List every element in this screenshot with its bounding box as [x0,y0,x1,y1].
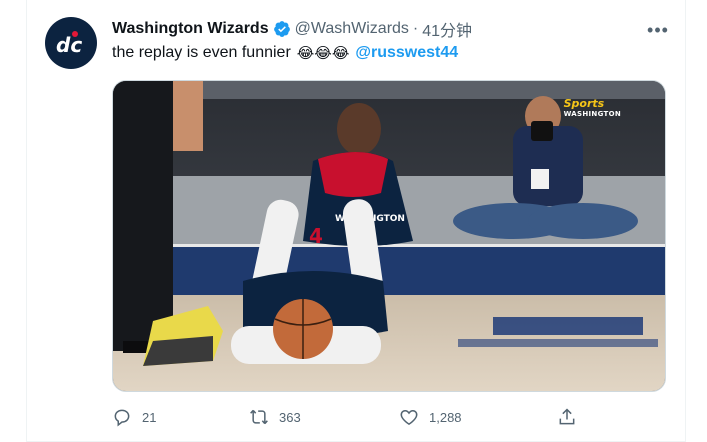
broadcaster-line1: Sports [563,97,605,110]
share-upload-icon [559,408,575,425]
svg-text:dc: dc [56,33,82,57]
reply-button[interactable]: 21 [112,407,156,427]
retweet-count: 363 [279,409,301,425]
share-button[interactable] [557,407,577,427]
like-button[interactable]: 1,288 [399,407,462,427]
tweet-text: the replay is even funnier 😂😂😂 @russwest… [112,44,458,62]
author-name[interactable]: Washington Wizards [112,20,269,38]
laughing-emoji: 😂😂😂 [296,45,350,62]
tweet-timestamp[interactable]: 41分钟 [422,17,472,41]
avatar[interactable]: dc [45,17,97,69]
jersey-number: 4 [309,224,323,248]
tweet-media-video[interactable]: WASHINGTON 4 Sports WASHINGTON [112,80,666,392]
retweet-icon [250,409,268,425]
video-frame: WASHINGTON 4 [113,81,665,391]
more-options-button[interactable]: ••• [643,20,673,40]
like-count: 1,288 [429,409,462,425]
reply-count: 21 [142,409,157,425]
verified-badge-icon [273,21,290,37]
author-handle[interactable]: @WashWizards [295,20,409,38]
heart-icon [400,409,418,425]
tweet-actions: 21 363 1,288 [106,404,586,430]
retweet-button[interactable]: 363 [249,407,301,427]
tweet-body: the replay is even funnier [112,44,291,61]
broadcaster-logo: Sports WASHINGTON [563,97,621,119]
wizards-dc-logo-icon: dc [56,31,82,57]
tweet-header: Washington Wizards @WashWizards · 41分钟 [112,18,472,40]
separator-dot: · [412,20,419,37]
reply-bubble-icon [114,409,130,427]
mention-link[interactable]: @russwest44 [355,44,458,62]
broadcaster-line2: WASHINGTON [563,110,621,118]
